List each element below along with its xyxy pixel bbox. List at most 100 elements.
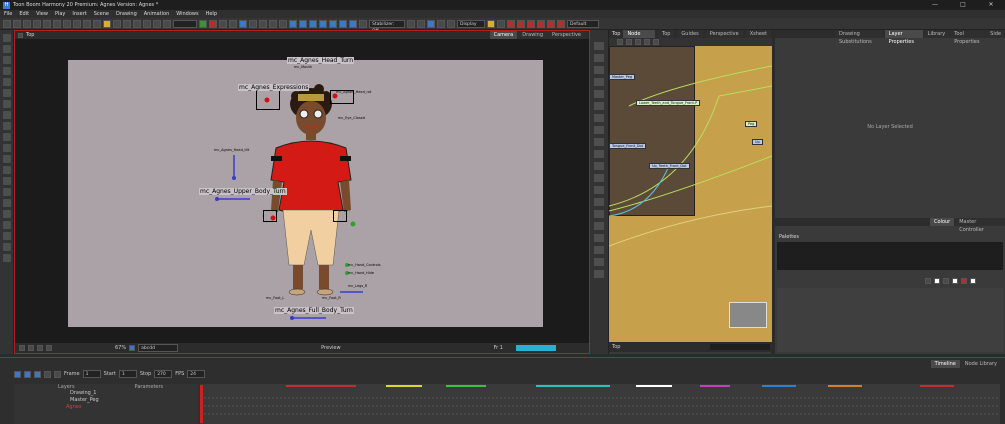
play-back-icon[interactable] [24,370,31,378]
settings-gear-icon[interactable] [359,19,367,28]
prev-frame-icon[interactable] [44,370,51,378]
menu-file[interactable]: File [4,11,12,17]
view-tool-4-icon[interactable] [594,78,604,86]
node-peg[interactable]: Peg [745,121,758,127]
contour-editor-icon[interactable] [2,45,11,53]
label-legs[interactable]: mc_Legs_R [348,284,367,288]
node-graph[interactable]: Master_Peg Lower_Teeth_and_Tongue_Front-… [609,46,772,342]
view-tool-1-icon[interactable] [594,42,604,50]
fps-input[interactable]: 24 [187,370,206,378]
undo-icon[interactable] [33,19,41,28]
label-head-rot[interactable]: mc_Agnes_Head_rot [336,90,371,94]
hand-right-control-box[interactable] [333,210,347,222]
render-icon[interactable] [93,19,101,28]
tab-master-controller[interactable]: Master Controller [955,218,1005,233]
timeline-track-area[interactable] [200,384,1000,424]
smooth-icon[interactable] [239,19,247,28]
rectangle-tool-icon[interactable] [2,122,11,130]
label-hand-hide[interactable]: mc_Hand_Hide [348,271,374,275]
label-foot-left[interactable]: mc_Foot_L [266,296,284,300]
play-icon[interactable] [34,370,41,378]
rotate-view-icon[interactable] [2,188,11,196]
node-tool-5-icon[interactable] [329,19,337,28]
node-ungroup-icon[interactable] [635,39,641,45]
node-tool-6-icon[interactable] [339,19,347,28]
label-head-turn[interactable]: mc_Agnes_Head_Turn [287,57,355,64]
view-tool-16-icon[interactable] [594,222,604,230]
zoom-tool-icon[interactable] [2,177,11,185]
envelope-icon[interactable] [259,19,267,28]
camera-viewport[interactable]: mc_Agnes_Head_Turn mc_Agnes_Expressions … [15,39,589,343]
tab-tool-properties[interactable]: Tool Properties [950,30,986,45]
stop-input[interactable]: 270 [154,370,173,378]
tab-library[interactable]: Library [923,30,950,38]
view-tool-18-icon[interactable] [594,246,604,254]
tab-drawing-substitutions[interactable]: Drawing Substitutions [835,30,884,45]
panel-menu-icon[interactable] [18,32,23,38]
label-hand-controls[interactable]: mc_Hand_Controls [348,263,381,267]
tab-node-perspective[interactable]: Perspective [705,30,743,38]
tab-camera[interactable]: Camera [489,31,518,39]
copy-icon[interactable] [63,19,71,28]
menu-insert[interactable]: Insert [72,11,86,17]
brush-size-dropdown[interactable] [173,19,197,28]
marker-1-icon[interactable] [507,19,515,28]
node-search-icon[interactable] [644,39,650,45]
select-icon[interactable] [103,19,111,28]
character-agnes[interactable] [68,60,543,327]
frame-prev-icon[interactable] [497,19,505,28]
cut-icon[interactable] [53,19,61,28]
node-tool-4-icon[interactable] [319,19,327,28]
node-group-icon[interactable] [626,39,632,45]
start-input[interactable]: 1 [118,370,137,378]
library-icon[interactable] [83,19,91,28]
grid-icon[interactable] [123,19,131,28]
layer-dropdown[interactable]: abcdd [138,344,179,352]
label-expressions[interactable]: mc_Agnes_Expressions [238,84,310,91]
contour-icon[interactable] [249,19,257,28]
node-tool-3-icon[interactable] [309,19,317,28]
menu-play[interactable]: Play [55,11,65,17]
hand-left-control-box[interactable] [263,210,277,222]
node-tool-1-icon[interactable] [289,19,297,28]
view-tool-12-icon[interactable] [594,174,604,182]
paint-tool-icon[interactable] [2,111,11,119]
ellipse-tool-icon[interactable] [2,133,11,141]
layer-row[interactable]: Master_Peg [14,397,198,404]
view-tool-9-icon[interactable] [594,138,604,146]
layer-row[interactable]: Agnes [14,404,198,411]
spline-tool-icon[interactable] [2,243,11,251]
swatch-red-icon[interactable] [961,278,967,284]
view-tool-20-icon[interactable] [594,270,604,278]
add-colour-icon[interactable] [925,278,931,284]
view-tool-10-icon[interactable] [594,150,604,158]
maximize-button[interactable]: □ [949,0,977,10]
morph-tool-icon[interactable] [2,232,11,240]
rotate-icon[interactable] [163,19,171,28]
view-tool-3-icon[interactable] [594,66,604,74]
view-tool-15-icon[interactable] [594,210,604,218]
morph-icon[interactable] [269,19,277,28]
expressions-control-box[interactable] [256,90,280,110]
node-tongue-front[interactable]: Tongue_Front_Dot [609,143,647,149]
view-tool-5-icon[interactable] [594,90,604,98]
node-search-field[interactable] [710,344,771,350]
palette-list[interactable] [777,242,1003,270]
menu-help[interactable]: Help [206,11,217,17]
node-up[interactable]: Up [752,139,763,145]
tab-colour[interactable]: Colour [930,218,955,226]
tab-side[interactable]: Side [986,30,1005,38]
node-nav-icon[interactable] [653,39,659,45]
dropper-tool-icon[interactable] [2,155,11,163]
reset-view-icon[interactable] [46,345,52,351]
curve-icon[interactable] [229,19,237,28]
minimize-button[interactable]: — [921,0,949,10]
label-upper-body-turn[interactable]: mc_Agnes_Upper_Body_Turn [199,188,287,195]
view-tool-8-icon[interactable] [594,126,604,134]
frame-input[interactable]: 1 [82,370,101,378]
view-tool-13-icon[interactable] [594,186,604,194]
snap-icon[interactable] [19,345,25,351]
label-foot-right[interactable]: mc_Foot_R [322,296,341,300]
camera-tool-icon[interactable] [2,254,11,262]
onion-skin-icon[interactable] [133,19,141,28]
